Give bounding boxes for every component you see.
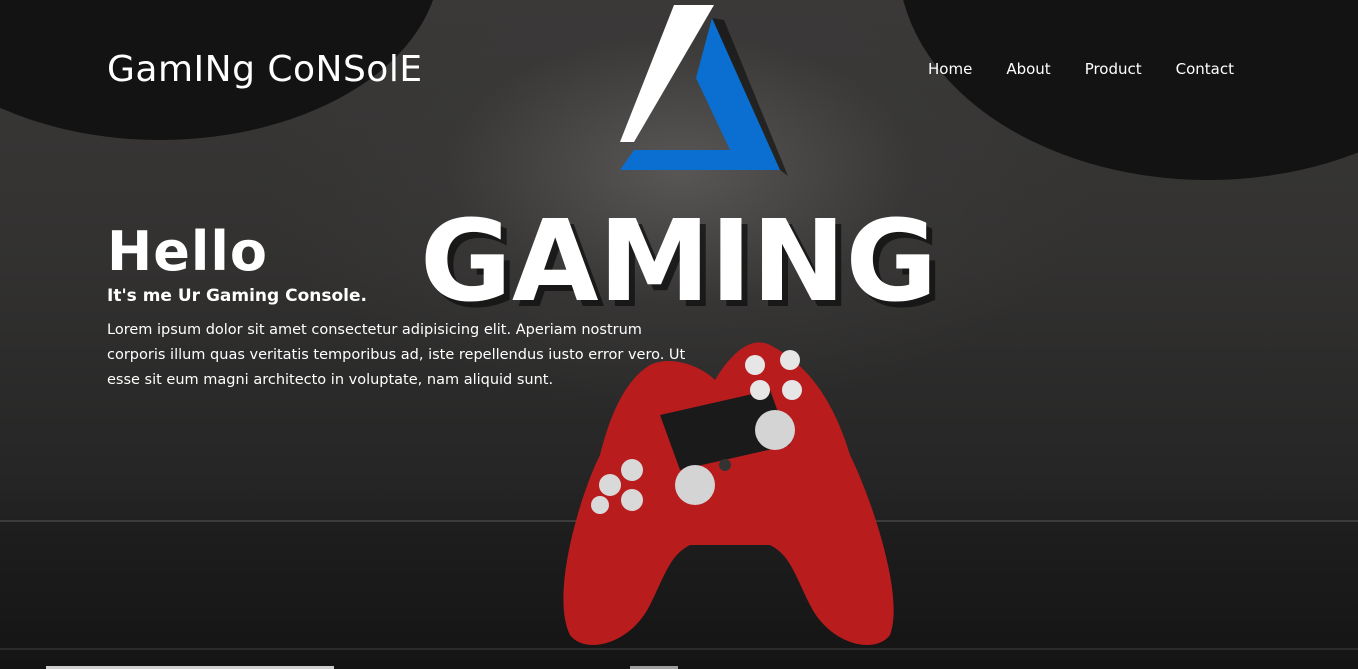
hero-section: GAMING GAMING GamINg CoNSolE Home About …: [0, 0, 1358, 669]
nav-link-about[interactable]: About: [1006, 59, 1050, 79]
main-nav: Home About Product Contact: [928, 59, 1234, 79]
nav-link-product[interactable]: Product: [1085, 59, 1142, 79]
hero-subheading: It's me Ur Gaming Console.: [107, 286, 367, 306]
gaming-logo-icon: [620, 5, 788, 176]
hero-heading: Hello: [107, 220, 268, 283]
hero-intro: Hello It's me Ur Gaming Console. Lorem i…: [107, 222, 707, 393]
site-brand-title[interactable]: GamINg CoNSolE: [107, 48, 423, 92]
hero-body-text: Lorem ipsum dolor sit amet consectetur a…: [107, 322, 686, 388]
nav-link-contact[interactable]: Contact: [1176, 59, 1234, 79]
background-shadow-right: [898, 0, 1358, 180]
nav-link-home[interactable]: Home: [928, 59, 972, 79]
